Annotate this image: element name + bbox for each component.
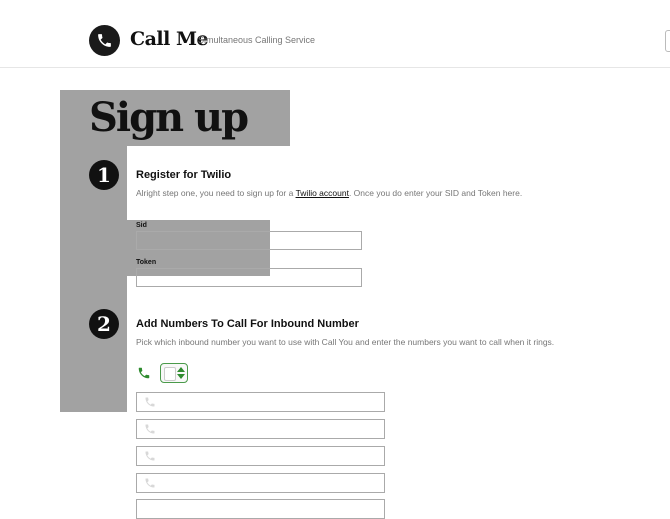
step-title: Register for Twilio [136, 169, 232, 181]
app-title[interactable]: Call Me [130, 28, 209, 50]
phone-icon [98, 34, 111, 47]
header-edge-button[interactable] [665, 30, 670, 52]
step-description-text: . Once you do enter your SID and Token h… [348, 188, 523, 198]
phone-icon [145, 424, 155, 434]
phone-number-input[interactable] [136, 419, 385, 439]
step-number-badge: 2 [89, 309, 119, 339]
phone-icon [145, 478, 155, 488]
sid-input[interactable] [136, 231, 362, 250]
phone-number-input[interactable] [136, 392, 385, 412]
step-number-badge: 1 [89, 160, 119, 190]
phone-number-input[interactable] [136, 473, 385, 493]
phone-icon [145, 451, 155, 461]
token-label: Token [136, 259, 157, 266]
app-tagline: Simultaneous Calling Service [198, 35, 316, 45]
phone-icon [138, 367, 150, 379]
logo[interactable] [89, 25, 120, 56]
phone-icon [145, 397, 155, 407]
page-title: Sign up [89, 94, 249, 141]
phone-number-input[interactable] [136, 446, 385, 466]
twilio-account-link[interactable]: Twilio account [296, 188, 349, 198]
step-description: Alright step one, you need to sign up fo… [136, 188, 522, 198]
token-input[interactable] [136, 268, 362, 287]
step-description-text: Alright step one, you need to sign up fo… [136, 188, 296, 198]
step-description: Pick which inbound number you want to us… [136, 337, 555, 347]
select-arrows-icon [177, 367, 185, 379]
step-title: Add Numbers To Call For Inbound Number [136, 318, 359, 330]
site-header: Call Me Simultaneous Calling Service [0, 0, 670, 68]
inbound-number-select[interactable] [160, 363, 188, 383]
sid-label: Sid [136, 222, 147, 229]
phone-number-input[interactable] [136, 499, 385, 519]
select-value [164, 367, 176, 381]
